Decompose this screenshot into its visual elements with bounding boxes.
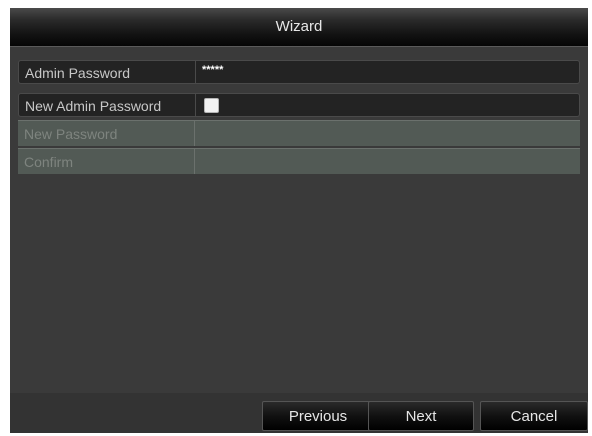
previous-button[interactable]: Previous: [262, 401, 374, 431]
admin-password-value: *****: [202, 64, 224, 76]
dialog-footer: Previous Next Cancel: [10, 393, 588, 433]
confirm-label: Confirm: [24, 154, 74, 170]
wizard-dialog: Wizard Admin Password ***** New Admin Pa…: [10, 8, 588, 433]
admin-password-field[interactable]: *****: [195, 61, 579, 83]
new-admin-password-row: New Admin Password: [18, 93, 580, 117]
title-divider: [10, 46, 588, 47]
new-password-label: New Password: [24, 126, 118, 142]
confirm-field[interactable]: [194, 149, 580, 174]
next-button[interactable]: Next: [368, 401, 474, 431]
new-password-row: New Password: [18, 120, 580, 146]
dialog-title: Wizard: [10, 8, 588, 46]
admin-password-row: Admin Password *****: [18, 60, 580, 84]
cancel-button[interactable]: Cancel: [480, 401, 588, 431]
new-password-field[interactable]: [194, 121, 580, 146]
confirm-row: Confirm: [18, 148, 580, 174]
admin-password-label: Admin Password: [25, 65, 131, 81]
new-admin-password-checkbox[interactable]: [204, 98, 219, 113]
new-admin-password-toggle-cell: [195, 94, 579, 116]
new-admin-password-label: New Admin Password: [25, 98, 162, 114]
